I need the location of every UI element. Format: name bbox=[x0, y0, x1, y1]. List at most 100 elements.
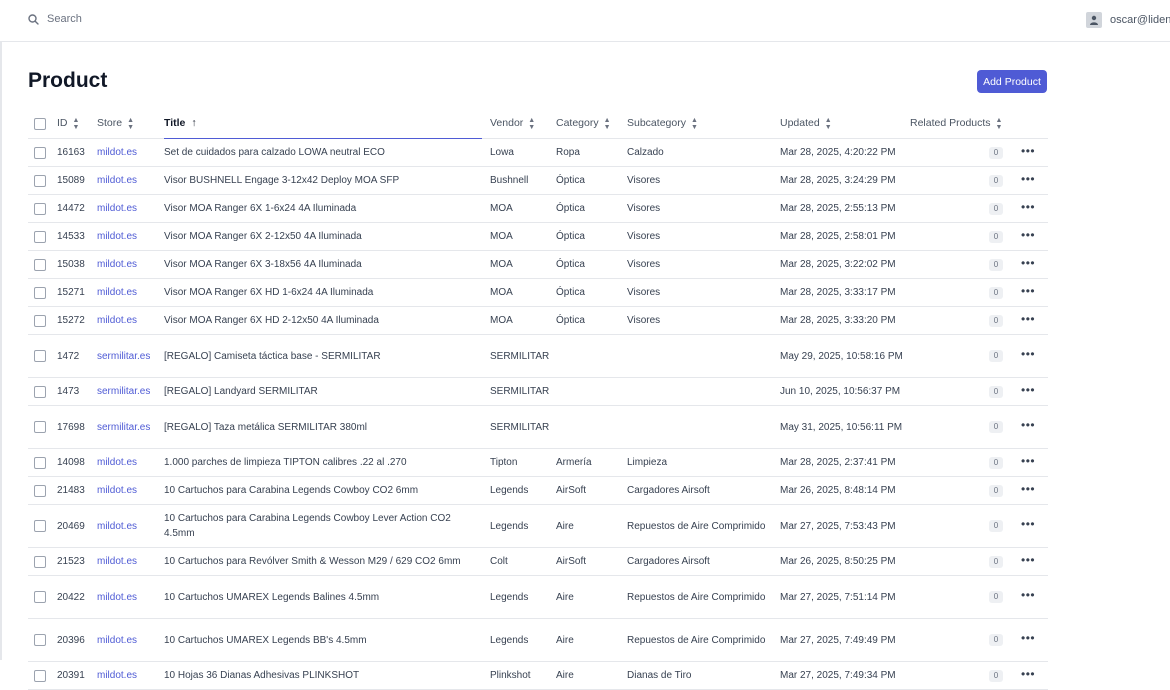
row-menu-button-cell: ••• bbox=[1021, 167, 1035, 194]
table-row[interactable]: 20422 mildot.es 10 Cartuchos UMAREX Legend… bbox=[28, 576, 1048, 619]
cell-store-link[interactable]: sermilitar.es bbox=[97, 349, 150, 364]
sort-icon: ▲ ▼ bbox=[690, 116, 698, 131]
ellipsis-icon[interactable]: ••• bbox=[1021, 554, 1035, 570]
ellipsis-icon[interactable]: ••• bbox=[1021, 145, 1035, 161]
table-row[interactable]: 1473 sermilitar.es [REGALO] Landyard SERMI… bbox=[28, 378, 1048, 406]
row-checkbox[interactable] bbox=[34, 555, 46, 568]
cell-subcategory-cell: Calzado bbox=[627, 139, 769, 166]
cell-store-link[interactable]: mildot.es bbox=[97, 455, 137, 470]
row-checkbox[interactable] bbox=[34, 591, 46, 603]
ellipsis-icon[interactable]: ••• bbox=[1021, 668, 1035, 684]
table-row[interactable]: 20469 mildot.es 10 Cartuchos para Carabina… bbox=[28, 505, 1048, 548]
cell-store-link[interactable]: mildot.es bbox=[97, 554, 137, 569]
column-header-subcategory[interactable]: Subcategory ▲ ▼ bbox=[627, 109, 769, 138]
ellipsis-icon[interactable]: ••• bbox=[1021, 257, 1035, 273]
cell-subcategory-cell bbox=[627, 378, 769, 405]
cell-category-cell: Óptica bbox=[556, 195, 585, 222]
row-checkbox[interactable] bbox=[34, 421, 46, 433]
column-header-updated[interactable]: Updated ▲ ▼ bbox=[780, 109, 908, 138]
row-checkbox[interactable] bbox=[34, 520, 46, 532]
cell-store-link-cell: mildot.es bbox=[97, 619, 137, 661]
table-row[interactable]: 1472 sermilitar.es [REGALO] Camiseta tácti… bbox=[28, 335, 1048, 378]
cell-store-link[interactable]: mildot.es bbox=[97, 257, 137, 272]
cell-subcategory-cell: Visores bbox=[627, 195, 769, 222]
cell-store-link[interactable]: mildot.es bbox=[97, 173, 137, 188]
ellipsis-icon[interactable]: ••• bbox=[1021, 455, 1035, 471]
select-all-checkbox[interactable] bbox=[34, 117, 46, 130]
user-menu[interactable]: oscar@lidenc bbox=[1086, 12, 1170, 28]
cell-store-link[interactable]: mildot.es bbox=[97, 229, 137, 244]
ellipsis-icon[interactable]: ••• bbox=[1021, 632, 1035, 648]
ellipsis-icon[interactable]: ••• bbox=[1021, 229, 1035, 245]
ellipsis-icon[interactable]: ••• bbox=[1021, 313, 1035, 329]
table-row[interactable]: 21523 mildot.es 10 Cartuchos para Revólver… bbox=[28, 548, 1048, 576]
table-row[interactable]: 15272 mildot.es Visor MOA Ranger 6X HD 2-1… bbox=[28, 307, 1048, 335]
table-row[interactable]: 15089 mildot.es Visor BUSHNELL Engage 3-12… bbox=[28, 167, 1048, 195]
cell-category: Óptica bbox=[556, 203, 585, 214]
table-row[interactable]: 14098 mildot.es 1.000 parches de limpieza … bbox=[28, 449, 1048, 477]
ellipsis-icon[interactable]: ••• bbox=[1021, 518, 1035, 534]
row-checkbox[interactable] bbox=[34, 174, 46, 187]
column-header-store[interactable]: Store ▲ ▼ bbox=[97, 109, 134, 138]
cell-vendor: Colt bbox=[490, 556, 508, 567]
ellipsis-icon[interactable]: ••• bbox=[1021, 285, 1035, 301]
table-row[interactable]: 14533 mildot.es Visor MOA Ranger 6X 2-12x5… bbox=[28, 223, 1048, 251]
table-row[interactable]: 17698 sermilitar.es [REGALO] Taza metálica… bbox=[28, 406, 1048, 449]
cell-store-link[interactable]: mildot.es bbox=[97, 519, 137, 534]
cell-store-link[interactable]: sermilitar.es bbox=[97, 420, 150, 435]
row-checkbox-cell bbox=[34, 662, 46, 689]
ellipsis-icon[interactable]: ••• bbox=[1021, 419, 1035, 435]
row-checkbox[interactable] bbox=[34, 258, 46, 271]
row-checkbox[interactable] bbox=[34, 286, 46, 299]
column-header-category[interactable]: Category ▲ ▼ bbox=[556, 109, 611, 138]
table-row[interactable]: 14472 mildot.es Visor MOA Ranger 6X 1-6x24… bbox=[28, 195, 1048, 223]
related-count-badge: 0 bbox=[989, 591, 1003, 603]
ellipsis-icon[interactable]: ••• bbox=[1021, 173, 1035, 189]
column-header-id[interactable]: ID ▲ ▼ bbox=[57, 109, 79, 138]
cell-title: [REGALO] Camiseta táctica base - SERMILI… bbox=[164, 350, 381, 362]
ellipsis-icon[interactable]: ••• bbox=[1021, 348, 1035, 364]
table-row[interactable]: 21483 mildot.es 10 Cartuchos para Carabina… bbox=[28, 477, 1048, 505]
row-checkbox[interactable] bbox=[34, 350, 46, 362]
column-header-related[interactable]: Related Products ▲ ▼ bbox=[910, 109, 1002, 138]
ellipsis-icon[interactable]: ••• bbox=[1021, 201, 1035, 217]
row-checkbox[interactable] bbox=[34, 484, 46, 497]
cell-store-link[interactable]: mildot.es bbox=[97, 145, 137, 160]
cell-store-link[interactable]: mildot.es bbox=[97, 590, 137, 605]
row-checkbox[interactable] bbox=[34, 202, 46, 215]
row-checkbox[interactable] bbox=[34, 456, 46, 469]
table-row[interactable]: 15271 mildot.es Visor MOA Ranger 6X HD 1-6… bbox=[28, 279, 1048, 307]
cell-store-link[interactable]: mildot.es bbox=[97, 285, 137, 300]
ellipsis-icon[interactable]: ••• bbox=[1021, 384, 1035, 400]
cell-updated: Mar 28, 2025, 3:24:29 PM bbox=[780, 175, 896, 186]
table-row[interactable]: 20396 mildot.es 10 Cartuchos UMAREX Legend… bbox=[28, 619, 1048, 662]
row-checkbox[interactable] bbox=[34, 385, 46, 398]
cell-store-link[interactable]: mildot.es bbox=[97, 668, 137, 683]
row-checkbox[interactable] bbox=[34, 634, 46, 646]
search-bar[interactable]: Search bbox=[28, 13, 82, 25]
row-checkbox-cell bbox=[34, 548, 46, 575]
cell-id: 21523 bbox=[57, 556, 85, 567]
row-checkbox[interactable] bbox=[34, 230, 46, 243]
add-product-button[interactable]: Add Product bbox=[977, 70, 1047, 93]
row-checkbox[interactable] bbox=[34, 669, 46, 682]
cell-id: 20391 bbox=[57, 670, 85, 681]
cell-store-link[interactable]: mildot.es bbox=[97, 483, 137, 498]
table-row[interactable]: 16163 mildot.es Set de cuidados para calza… bbox=[28, 139, 1048, 167]
cell-store-link[interactable]: sermilitar.es bbox=[97, 384, 150, 399]
column-header-title[interactable]: Title ↑ bbox=[164, 109, 482, 139]
cell-updated-cell: Mar 26, 2025, 8:48:14 PM bbox=[780, 477, 908, 504]
column-header-vendor[interactable]: Vendor ▲ ▼ bbox=[490, 109, 535, 138]
search-input[interactable]: Search bbox=[47, 13, 82, 25]
cell-store-link[interactable]: mildot.es bbox=[97, 201, 137, 216]
ellipsis-icon[interactable]: ••• bbox=[1021, 483, 1035, 499]
row-checkbox[interactable] bbox=[34, 314, 46, 327]
table-row[interactable]: 20391 mildot.es 10 Hojas 36 Dianas Adhesiv… bbox=[28, 662, 1048, 690]
cell-store-link[interactable]: mildot.es bbox=[97, 633, 137, 648]
ellipsis-icon[interactable]: ••• bbox=[1021, 589, 1035, 605]
table-row[interactable]: 15038 mildot.es Visor MOA Ranger 6X 3-18x5… bbox=[28, 251, 1048, 279]
cell-store-link[interactable]: mildot.es bbox=[97, 313, 137, 328]
cell-updated: Mar 26, 2025, 8:48:14 PM bbox=[780, 485, 896, 496]
row-checkbox[interactable] bbox=[34, 146, 46, 159]
cell-updated: Mar 26, 2025, 8:50:25 PM bbox=[780, 556, 896, 567]
